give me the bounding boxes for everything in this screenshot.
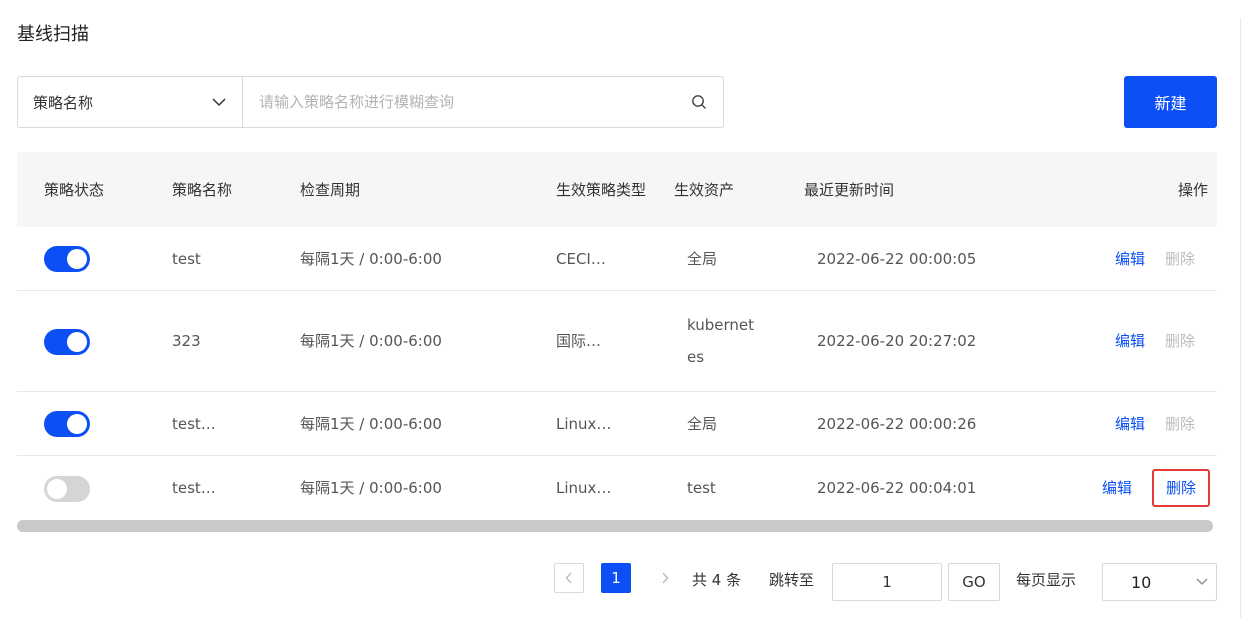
column-header-updated: 最近更新时间 [804,180,895,199]
column-header-type: 生效策略类型 [556,180,647,199]
policy-name: test… [172,414,216,433]
search-field-label: 策略名称 [33,93,94,112]
jump-label: 跳转至 [769,571,815,589]
page-size-label: 每页显示 [1016,571,1077,589]
table-row: 323 每隔1天 / 0:00-6:00 国际… kubernetes 2022… [17,291,1217,392]
policy-name: test… [172,479,216,497]
asset-scope: 全局 [687,249,718,268]
check-period: 每隔1天 / 0:00-6:00 [300,249,442,268]
chevron-down-icon [212,97,226,107]
check-period: 每隔1天 / 0:00-6:00 [300,479,442,497]
status-toggle[interactable] [44,246,90,272]
search-icon[interactable] [691,94,707,110]
policy-type: Linux… [556,479,612,497]
column-header-name: 策略名称 [172,180,233,199]
page-number-current[interactable]: 1 [601,563,631,593]
policy-type: 国际… [556,332,602,350]
search-box [242,76,724,128]
table-row: test… 每隔1天 / 0:00-6:00 Linux… test 2022-… [17,456,1217,520]
chevron-right-icon [661,572,669,584]
search-field-select[interactable]: 策略名称 [17,76,243,128]
asset-scope: 全局 [687,414,718,433]
chevron-left-icon [565,572,573,584]
delete-link: 删除 [1164,332,1195,350]
edit-link[interactable]: 编辑 [1102,472,1132,504]
delete-link: 删除 [1164,414,1195,433]
policy-type: Linux… [556,414,612,433]
policy-name: test [172,249,201,268]
toggle-knob [47,478,67,499]
prev-page-button[interactable] [554,563,584,593]
toggle-knob [67,331,87,352]
toggle-knob [67,249,87,269]
chevron-down-icon [1196,578,1208,586]
next-page-button[interactable] [650,563,680,593]
search-input[interactable] [259,93,691,111]
total-count: 共 4 条 [692,571,742,589]
check-period: 每隔1天 / 0:00-6:00 [300,414,442,433]
new-policy-button[interactable]: 新建 [1124,76,1217,128]
status-toggle[interactable] [44,328,90,355]
go-button[interactable]: GO [948,563,1000,601]
table-row: test 每隔1天 / 0:00-6:00 CECI… 全局 2022-06-2… [17,227,1217,291]
toggle-knob [67,414,87,434]
table-header: 策略状态 策略名称 检查周期 生效策略类型 生效资产 最近更新时间 操作 [17,152,1217,227]
edit-link[interactable]: 编辑 [1115,325,1145,357]
updated-time: 2022-06-22 00:00:26 [817,414,977,433]
page-title: 基线扫描 [17,24,89,45]
status-toggle[interactable] [44,411,90,437]
status-toggle[interactable] [44,475,90,502]
asset-scope: kubernetes [687,316,755,366]
column-header-period: 检查周期 [300,180,361,199]
column-header-actions: 操作 [1177,180,1208,199]
check-period: 每隔1天 / 0:00-6:00 [300,332,442,350]
table-row: test… 每隔1天 / 0:00-6:00 Linux… 全局 2022-06… [17,392,1217,456]
policy-name: 323 [172,332,201,350]
policy-table: 策略状态 策略名称 检查周期 生效策略类型 生效资产 最近更新时间 操作 tes… [17,152,1217,520]
column-header-asset: 生效资产 [674,180,735,199]
delete-link: 删除 [1164,249,1195,268]
page-size-select[interactable]: 10 [1102,563,1217,601]
edit-link[interactable]: 编辑 [1115,408,1145,440]
page-divider [1240,18,1241,618]
delete-link[interactable]: 删除 [1151,469,1210,507]
policy-type: CECI… [556,249,606,268]
page-size-value: 10 [1131,572,1152,592]
updated-time: 2022-06-20 20:27:02 [817,332,977,350]
column-header-status: 策略状态 [44,180,105,199]
updated-time: 2022-06-22 00:04:01 [817,479,977,497]
edit-link[interactable]: 编辑 [1115,243,1145,275]
asset-scope: test [687,479,716,497]
horizontal-scrollbar[interactable] [17,520,1213,532]
jump-page-input[interactable] [832,563,942,601]
updated-time: 2022-06-22 00:00:05 [817,249,977,268]
